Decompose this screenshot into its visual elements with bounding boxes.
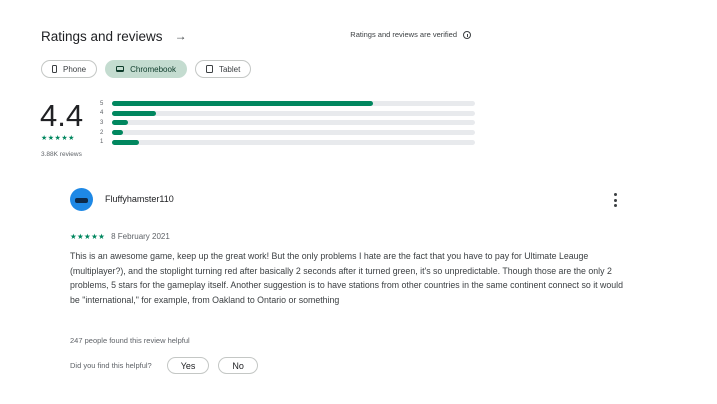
bar-track [112,130,475,136]
distribution-row-1: 1 [100,137,475,147]
bar-fill [112,101,374,107]
rating-distribution: 5 4 3 2 1 [100,99,475,147]
arrow-right-icon[interactable]: → [175,29,187,43]
distribution-row-5: 5 [100,99,475,109]
bar-fill [112,130,123,136]
verified-notice: Ratings and reviews are verified [350,30,471,39]
tablet-icon [205,65,213,73]
info-icon[interactable] [463,30,471,39]
ratings-header: Ratings and reviews → Ratings and review… [41,27,475,45]
chip-chromebook[interactable]: Chromebook [105,60,187,78]
bar-label: 2 [100,129,104,136]
review-count: 3.88K reviews [41,151,82,158]
section-title: Ratings and reviews [41,28,163,44]
bar-label: 3 [100,119,104,126]
chip-label: Tablet [218,64,241,74]
average-rating: 4.4 [40,98,84,133]
chip-label: Phone [63,64,87,74]
review-date: 8 February 2021 [111,232,170,241]
bar-label: 5 [100,100,104,107]
rating-stars: ★★★★★ [41,135,75,142]
more-options-icon[interactable] [609,191,621,209]
helpful-count: 247 people found this review helpful [70,336,190,345]
bar-fill [112,110,156,116]
bar-label: 1 [100,139,104,146]
phone-icon [52,65,57,73]
chip-phone[interactable]: Phone [41,60,98,78]
review-meta: ★★★★★ 8 February 2021 [70,232,170,241]
yes-button[interactable]: Yes [166,357,210,374]
bar-track [112,110,475,116]
bar-track [112,120,475,126]
distribution-row-4: 4 [100,109,475,119]
distribution-row-3: 3 [100,118,475,128]
device-chips: Phone Chromebook Tablet [41,60,252,78]
no-button[interactable]: No [218,357,258,374]
bar-fill [112,139,140,145]
helpful-prompt: Did you find this helpful? Yes No [70,357,258,374]
chip-tablet[interactable]: Tablet [194,60,252,78]
avatar [70,188,93,211]
laptop-icon [116,66,125,72]
verified-text: Ratings and reviews are verified [350,30,457,39]
chip-label: Chromebook [130,64,176,74]
distribution-row-2: 2 [100,128,475,138]
bar-track [112,101,475,107]
helpful-question: Did you find this helpful? [70,361,152,370]
bar-fill [112,120,129,126]
review-text: This is an awesome game, keep up the gre… [70,251,624,305]
bar-track [112,139,475,145]
review-author: Fluffyhamster110 [105,194,174,204]
bar-label: 4 [100,110,104,117]
review-stars: ★★★★★ [70,232,106,241]
